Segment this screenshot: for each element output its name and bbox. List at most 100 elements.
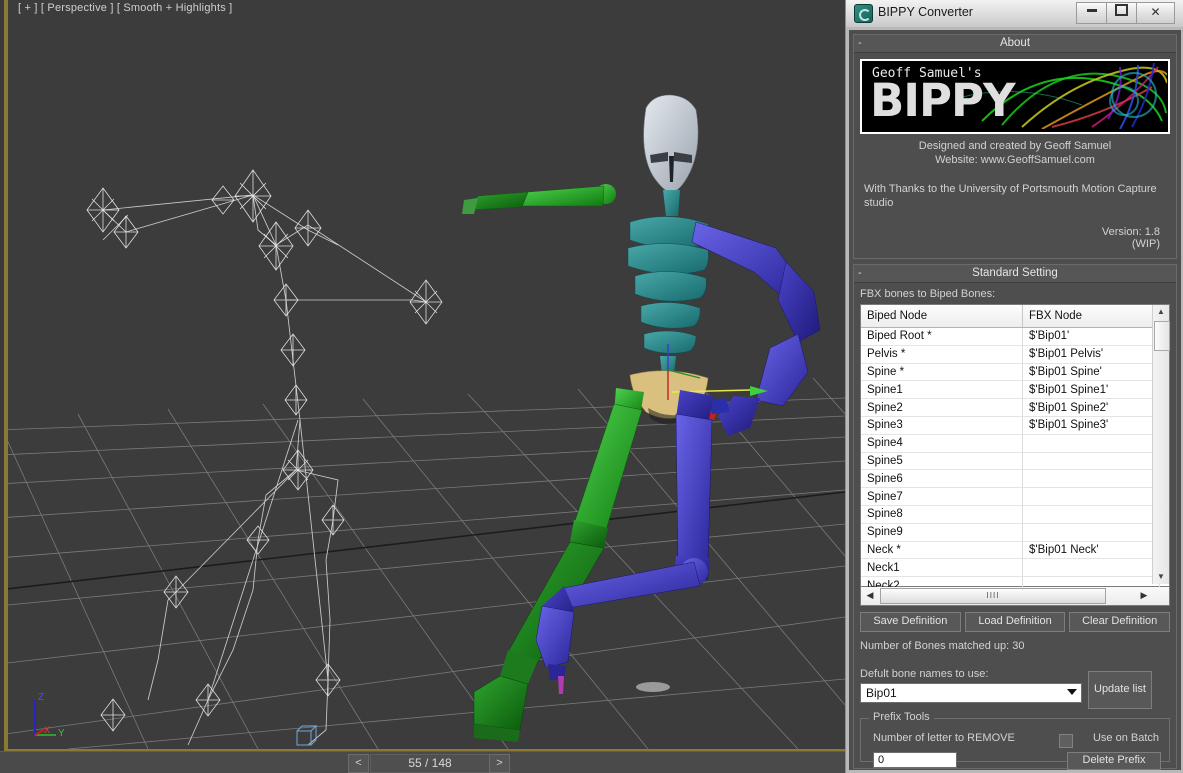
minimize-icon: [1086, 9, 1097, 12]
cell-fbx-node[interactable]: [1022, 523, 1160, 542]
cell-biped-node[interactable]: Spine1: [861, 380, 1023, 400]
cell-fbx-node[interactable]: $'Bip01 Spine1': [1022, 380, 1160, 400]
use-on-batch-checkbox[interactable]: [1059, 734, 1073, 748]
cell-biped-node[interactable]: Neck *: [861, 541, 1023, 560]
table-row[interactable]: Spine3 $'Bip01 Spine3': [861, 416, 1160, 435]
cell-fbx-node[interactable]: $'Bip01 Neck': [1022, 541, 1160, 560]
cell-biped-node[interactable]: Spine9: [861, 523, 1023, 542]
cell-fbx-node[interactable]: [1022, 452, 1160, 471]
cell-biped-node[interactable]: Biped Root *: [861, 327, 1023, 346]
clear-definition-button[interactable]: Clear Definition: [1069, 612, 1171, 632]
svg-text:Y: Y: [58, 728, 65, 739]
panel-body: - About Geoff Samuel's BIPPY Designed an…: [846, 27, 1183, 773]
chevron-down-icon[interactable]: [1067, 689, 1077, 695]
window-titlebar[interactable]: BIPPY Converter ✕: [846, 0, 1183, 28]
cell-biped-node[interactable]: Spine5: [861, 452, 1023, 471]
svg-text:Z: Z: [38, 692, 44, 703]
bone-names-combobox[interactable]: Bip01: [860, 683, 1082, 703]
max-viewport-area: [ + ] [ Perspective ] [ Smooth + Highlig…: [0, 0, 845, 773]
standard-title: Standard Setting: [972, 267, 1058, 279]
cell-fbx-node[interactable]: $'Bip01 Spine': [1022, 363, 1160, 382]
table-row[interactable]: Spine7: [861, 487, 1160, 506]
close-button[interactable]: ✕: [1136, 2, 1175, 24]
about-rollout-header[interactable]: - About: [854, 35, 1176, 53]
table-row[interactable]: Spine2 $'Bip01 Spine2': [861, 398, 1160, 417]
table-row[interactable]: Spine9: [861, 523, 1160, 542]
window-title: BIPPY Converter: [878, 5, 973, 19]
viewport-3d-scene: Z Y X: [8, 0, 845, 749]
bippy-app-icon: [854, 4, 873, 23]
standard-rollout-header[interactable]: - Standard Setting: [854, 265, 1176, 283]
cell-fbx-node[interactable]: [1022, 558, 1160, 578]
delete-prefix-button[interactable]: Delete Prefix: [1067, 752, 1161, 770]
about-collapse-icon[interactable]: -: [858, 35, 862, 52]
logo-title: BIPPY: [870, 74, 1016, 127]
cell-biped-node[interactable]: Spine8: [861, 505, 1023, 524]
cell-biped-node[interactable]: Spine2: [861, 398, 1023, 417]
cell-fbx-node[interactable]: [1022, 469, 1160, 489]
timeline-bar[interactable]: < 55 / 148 >: [0, 751, 845, 773]
svg-text:X: X: [44, 725, 50, 735]
cell-fbx-node[interactable]: $'Bip01': [1022, 327, 1160, 346]
cell-fbx-node[interactable]: [1022, 487, 1160, 506]
column-header-biped-node[interactable]: Biped Node: [861, 305, 1023, 328]
cell-biped-node[interactable]: Spine7: [861, 487, 1023, 506]
remove-letters-spinner[interactable]: 0: [873, 752, 957, 768]
cell-fbx-node[interactable]: [1022, 505, 1160, 524]
horizontal-scroll-thumb[interactable]: IIII: [880, 588, 1106, 604]
scroll-left-arrow-icon[interactable]: ◀: [862, 587, 878, 603]
standard-collapse-icon[interactable]: -: [858, 265, 862, 282]
cell-biped-node[interactable]: Spine3: [861, 416, 1023, 435]
about-rollout: - About Geoff Samuel's BIPPY Designed an…: [853, 34, 1177, 259]
about-website[interactable]: Website: www.GeoffSamuel.com: [860, 154, 1170, 166]
bones-matched-label: Number of Bones matched up: 30: [860, 640, 1025, 652]
save-definition-button[interactable]: Save Definition: [860, 612, 961, 632]
perspective-viewport[interactable]: [ + ] [ Perspective ] [ Smooth + Highlig…: [4, 0, 845, 752]
combobox-value: Bip01: [866, 686, 897, 700]
remove-letters-label: Number of letter to REMOVE: [873, 732, 1015, 744]
table-row[interactable]: Pelvis * $'Bip01 Pelvis': [861, 345, 1160, 364]
table-row[interactable]: Spine8: [861, 505, 1160, 524]
bone-table: Biped Node FBX Node Biped Root * $'Bip01'…: [861, 305, 1160, 595]
maximize-button[interactable]: [1106, 2, 1137, 24]
cell-biped-node[interactable]: Spine6: [861, 469, 1023, 489]
bone-mapping-grid[interactable]: Biped Node FBX Node Biped Root * $'Bip01'…: [860, 304, 1170, 595]
table-row[interactable]: Spine * $'Bip01 Spine': [861, 363, 1160, 382]
cell-biped-node[interactable]: Spine4: [861, 434, 1023, 453]
cell-fbx-node[interactable]: $'Bip01 Pelvis': [1022, 345, 1160, 364]
bone-names-row: Bip01 Update list: [860, 671, 1170, 709]
table-header-row: Biped Node FBX Node: [861, 305, 1160, 328]
cell-fbx-node[interactable]: $'Bip01 Spine3': [1022, 416, 1160, 435]
about-body: Geoff Samuel's BIPPY Designed and create…: [854, 53, 1176, 258]
grid-label: FBX bones to Biped Bones:: [860, 288, 996, 300]
load-definition-button[interactable]: Load Definition: [964, 612, 1066, 632]
cell-fbx-node[interactable]: $'Bip01 Spine2': [1022, 398, 1160, 417]
column-header-fbx-node[interactable]: FBX Node: [1022, 305, 1160, 328]
table-row[interactable]: Biped Root * $'Bip01': [861, 327, 1160, 346]
about-version: Version: 1.8: [1101, 226, 1160, 238]
table-row[interactable]: Spine5: [861, 452, 1160, 471]
grid-horizontal-scrollbar[interactable]: ◀ IIII ▶: [860, 587, 1170, 606]
scroll-right-arrow-icon[interactable]: ▶: [1136, 587, 1152, 603]
table-row[interactable]: Neck1: [861, 558, 1160, 578]
scroll-up-arrow-icon[interactable]: ▲: [1153, 305, 1169, 319]
next-frame-button[interactable]: >: [489, 754, 510, 773]
table-row[interactable]: Spine4: [861, 434, 1160, 453]
cell-biped-node[interactable]: Pelvis *: [861, 345, 1023, 364]
vertical-scroll-thumb[interactable]: [1154, 321, 1170, 351]
cell-biped-node[interactable]: Neck1: [861, 558, 1023, 578]
cell-fbx-node[interactable]: [1022, 434, 1160, 453]
viewport-label[interactable]: [ + ] [ Perspective ] [ Smooth + Highlig…: [18, 2, 232, 14]
frame-counter[interactable]: 55 / 148: [370, 754, 490, 773]
update-list-button[interactable]: Update list: [1088, 671, 1152, 709]
minimize-button[interactable]: [1076, 2, 1107, 24]
table-row[interactable]: Spine1 $'Bip01 Spine1': [861, 380, 1160, 400]
table-row[interactable]: Neck * $'Bip01 Neck': [861, 541, 1160, 560]
cell-biped-node[interactable]: Spine *: [861, 363, 1023, 382]
scroll-down-arrow-icon[interactable]: ▼: [1153, 570, 1169, 584]
prev-frame-button[interactable]: <: [348, 754, 369, 773]
about-title: About: [999, 37, 1031, 49]
standard-body: FBX bones to Biped Bones: Biped Node FBX…: [854, 283, 1176, 770]
grid-vertical-scrollbar[interactable]: ▲ ▼: [1152, 305, 1170, 584]
table-row[interactable]: Spine6: [861, 469, 1160, 489]
